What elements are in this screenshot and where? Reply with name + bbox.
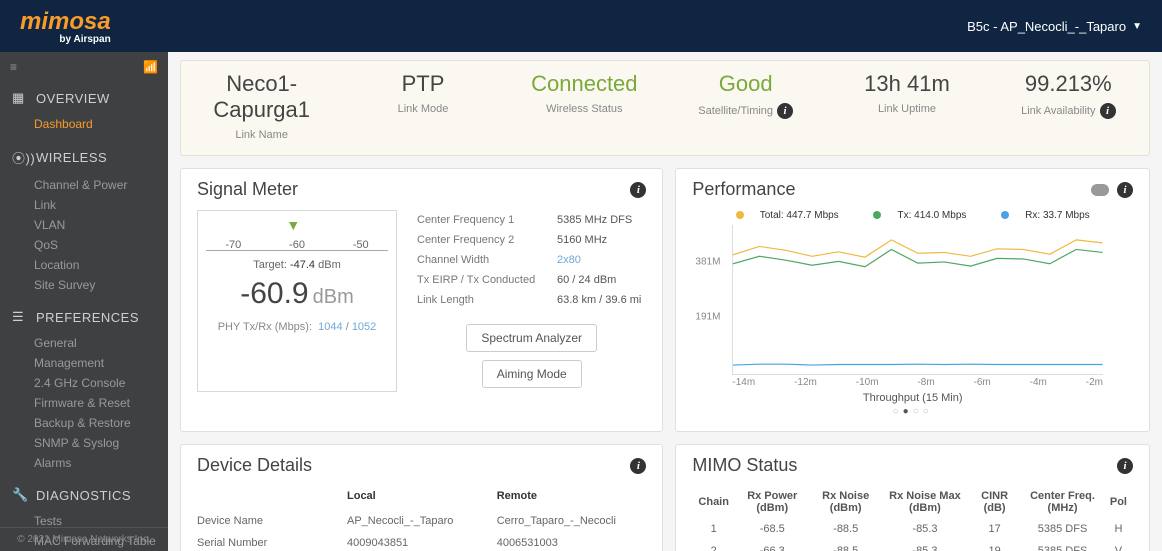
nav-item-24ghz[interactable]: 2.4 GHz Console <box>34 373 168 393</box>
chart-x-axis: -14m -12m -10m -8m -6m -4m -2m <box>732 377 1103 388</box>
summary-link-mode: PTP Link Mode <box>342 71 503 141</box>
device-dropdown[interactable]: B5c - AP_Necocli_-_Taparo ▼ <box>967 19 1142 34</box>
summary-satellite: Good Satellite/Timingi <box>665 71 826 141</box>
nav-item-dashboard[interactable]: Dashboard <box>34 114 168 134</box>
mimo-col-header: Center Freq. (MHz) <box>1021 486 1104 518</box>
nav-item-site-survey[interactable]: Site Survey <box>34 275 168 295</box>
device-name-label: B5c - AP_Necocli_-_Taparo <box>967 19 1126 34</box>
table-row: 2-66.3-88.5-85.3195385 DFSV <box>692 540 1133 551</box>
legend-dot-rx <box>1001 211 1009 219</box>
mimo-col-header: Rx Noise (dBm) <box>810 486 882 518</box>
mimo-status-panel: MIMO Status i ChainRx Power (dBm)Rx Nois… <box>675 444 1150 551</box>
device-details-title: Device Details <box>197 455 312 476</box>
mimo-col-header: Rx Noise Max (dBm) <box>882 486 968 518</box>
mimo-col-header: Rx Power (dBm) <box>735 486 810 518</box>
chevron-down-icon: ▼ <box>1132 21 1142 32</box>
nav-item-channel-power[interactable]: Channel & Power <box>34 175 168 195</box>
device-details-panel: Device Details i Device Name Serial Numb… <box>180 444 663 551</box>
performance-panel: Performance i Total: 447.7 Mbps Tx: 414.… <box>675 168 1150 432</box>
signal-meter-title: Signal Meter <box>197 179 298 200</box>
signal-meter-gauge: ▼ -70 -60 -50 Target: -47.4 dBm -60.9dBm <box>197 210 397 392</box>
nav-item-alarms[interactable]: Alarms <box>34 453 168 473</box>
spectrum-analyzer-button[interactable]: Spectrum Analyzer <box>466 324 597 352</box>
nav-item-location[interactable]: Location <box>34 255 168 275</box>
sidebar: ≡ 📶 ▦ OVERVIEW Dashboard ⦿)) WIRELESS Ch… <box>0 52 168 551</box>
table-row: 1-68.5-88.5-85.3175385 DFSH <box>692 518 1133 540</box>
nav-item-vlan[interactable]: VLAN <box>34 215 168 235</box>
nav-item-backup[interactable]: Backup & Restore <box>34 413 168 433</box>
brand-sub: by Airspan <box>20 34 111 45</box>
chart-pager[interactable]: ○●○○ <box>692 406 1133 417</box>
brand-logo: mimosa by Airspan <box>20 8 111 45</box>
wrench-icon: 🔧 <box>12 487 28 503</box>
hamburger-icon[interactable]: ≡ <box>10 60 17 74</box>
performance-title: Performance <box>692 179 795 200</box>
summary-bar: Neco1-Capurga1 Link Name PTP Link Mode C… <box>180 60 1150 156</box>
target-marker-icon: ▼ <box>286 217 300 233</box>
legend-dot-tx <box>873 211 881 219</box>
chart-caption: Throughput (15 Min) <box>692 392 1133 404</box>
throughput-chart: 381M 191M <box>732 225 1103 375</box>
info-icon[interactable]: i <box>777 103 793 119</box>
summary-wireless-status: Connected Wireless Status <box>504 71 665 141</box>
main-content: Neco1-Capurga1 Link Name PTP Link Mode C… <box>168 52 1162 551</box>
nav-preferences-header[interactable]: ☰ PREFERENCES <box>0 301 168 333</box>
nav-wireless-header[interactable]: ⦿)) WIRELESS <box>0 140 168 175</box>
mimo-title: MIMO Status <box>692 455 797 476</box>
nav-item-firmware[interactable]: Firmware & Reset <box>34 393 168 413</box>
summary-link-name: Neco1-Capurga1 Link Name <box>181 71 342 141</box>
channel-width-link[interactable]: 2x80 <box>557 254 581 266</box>
top-bar: mimosa by Airspan B5c - AP_Necocli_-_Tap… <box>0 0 1162 52</box>
nav-diagnostics-header[interactable]: 🔧 DIAGNOSTICS <box>0 479 168 511</box>
nav-item-link[interactable]: Link <box>34 195 168 215</box>
summary-uptime: 13h 41m Link Uptime <box>826 71 987 141</box>
dashboard-icon: ▦ <box>12 90 28 106</box>
nav-overview-header[interactable]: ▦ OVERVIEW <box>0 82 168 114</box>
info-icon[interactable]: i <box>630 458 646 474</box>
info-icon[interactable]: i <box>1117 458 1133 474</box>
mimo-col-header: Pol <box>1104 486 1133 518</box>
antenna-icon[interactable]: 📶 <box>143 60 158 74</box>
summary-availability: 99.213% Link Availabilityi <box>988 71 1149 141</box>
info-icon[interactable]: i <box>1117 182 1133 198</box>
nav-item-snmp[interactable]: SNMP & Syslog <box>34 433 168 453</box>
mimo-table: ChainRx Power (dBm)Rx Noise (dBm)Rx Nois… <box>692 486 1133 551</box>
mimo-col-header: CINR (dB) <box>968 486 1021 518</box>
aiming-mode-button[interactable]: Aiming Mode <box>482 360 582 388</box>
nav-item-management[interactable]: Management <box>34 353 168 373</box>
legend-dot-total <box>736 211 744 219</box>
info-icon[interactable]: i <box>630 182 646 198</box>
signal-meter-panel: Signal Meter i ▼ -70 -60 -50 Target: - <box>180 168 663 432</box>
info-icon[interactable]: i <box>1100 103 1116 119</box>
wireless-icon: ⦿)) <box>12 148 28 167</box>
nav-item-qos[interactable]: QoS <box>34 235 168 255</box>
cloud-icon[interactable] <box>1091 184 1109 196</box>
nav-item-general[interactable]: General <box>34 333 168 353</box>
current-signal-value: -60.9 <box>240 277 308 310</box>
chart-legend: Total: 447.7 Mbps Tx: 414.0 Mbps Rx: 33.… <box>692 210 1133 221</box>
brand-name: mimosa <box>20 8 111 35</box>
footer-copyright: © 2021 Mimosa Networks Inc. <box>0 527 168 545</box>
mimo-col-header: Chain <box>692 486 735 518</box>
sliders-icon: ☰ <box>12 309 28 325</box>
